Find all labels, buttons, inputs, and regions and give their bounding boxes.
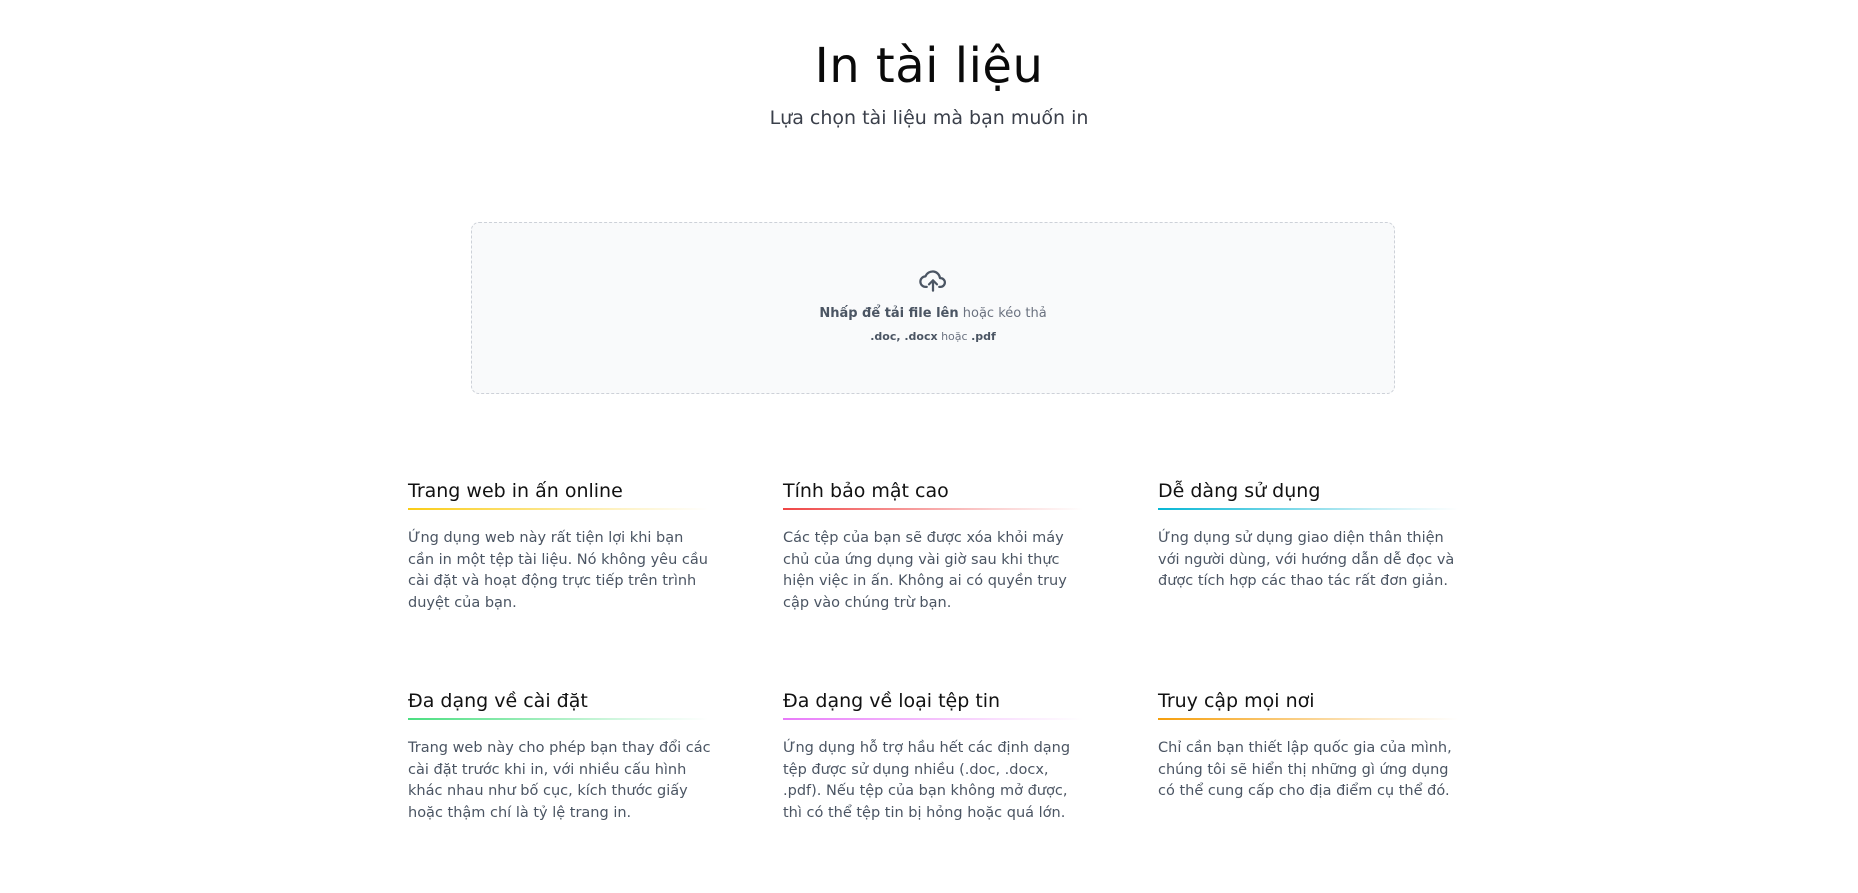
upload-drag-label: hoặc kéo thả [958,306,1047,321]
feature-title: Đa dạng về cài đặt [408,690,588,712]
cloud-upload-icon [919,270,946,292]
feature-underline [1158,508,1458,510]
feature-description: Ứng dụng sử dụng giao diện thân thiện vớ… [1158,530,1455,589]
page-title: In tài liệu [814,38,1044,94]
feature-description: Ứng dụng web này rất tiện lợi khi bạn cầ… [408,530,708,611]
feature-access-anywhere: Truy cập mọi nơi Chỉ cần bạn thiết lập q… [1158,688,1458,803]
page-subtitle: Lựa chọn tài liệu mà bạn muốn in [769,107,1089,129]
feature-online-printing: Trang web in ấn online Ứng dụng web này … [408,478,708,614]
header: In tài liệu Lựa chọn tài liệu mà bạn muố… [0,36,1858,130]
accepted-formats: .doc, .docx hoặc .pdf [472,330,1394,344]
feature-underline [1158,718,1458,720]
file-upload-dropzone[interactable]: Nhấp để tải file lên hoặc kéo thả .doc, … [471,222,1395,394]
feature-underline [783,508,1083,510]
feature-security: Tính bảo mật cao Các tệp của bạn sẽ được… [783,478,1083,614]
feature-title: Đa dạng về loại tệp tin [783,690,1001,712]
feature-title: Trang web in ấn online [408,480,623,502]
feature-underline [408,718,708,720]
feature-settings-variety: Đa dạng về cài đặt Trang web này cho phé… [408,688,711,824]
feature-description: Chỉ cần bạn thiết lập quốc gia của mình,… [1158,740,1452,799]
feature-description: Ứng dụng hỗ trợ hầu hết các định dạng tệ… [783,740,1071,821]
upload-instruction: Nhấp để tải file lên hoặc kéo thả [472,305,1394,323]
feature-title: Dễ dàng sử dụng [1158,480,1321,502]
format-docs-label: .doc, .docx [870,330,938,343]
feature-description: Trang web này cho phép bạn thay đổi các … [408,740,711,821]
feature-title: Tính bảo mật cao [783,480,949,502]
format-pdf-label: .pdf [971,330,996,343]
feature-underline [408,508,708,510]
upload-click-label[interactable]: Nhấp để tải file lên [819,306,958,321]
feature-underline [783,718,1083,720]
feature-ease-of-use: Dễ dàng sử dụng Ứng dụng sử dụng giao di… [1158,478,1458,593]
feature-file-types: Đa dạng về loại tệp tin Ứng dụng hỗ trợ … [783,688,1083,824]
feature-description: Các tệp của bạn sẽ được xóa khỏi máy chủ… [783,530,1067,611]
page: In tài liệu Lựa chọn tài liệu mà bạn muố… [0,0,1858,893]
feature-title: Truy cập mọi nơi [1158,690,1315,712]
format-or-label: hoặc [937,330,972,343]
